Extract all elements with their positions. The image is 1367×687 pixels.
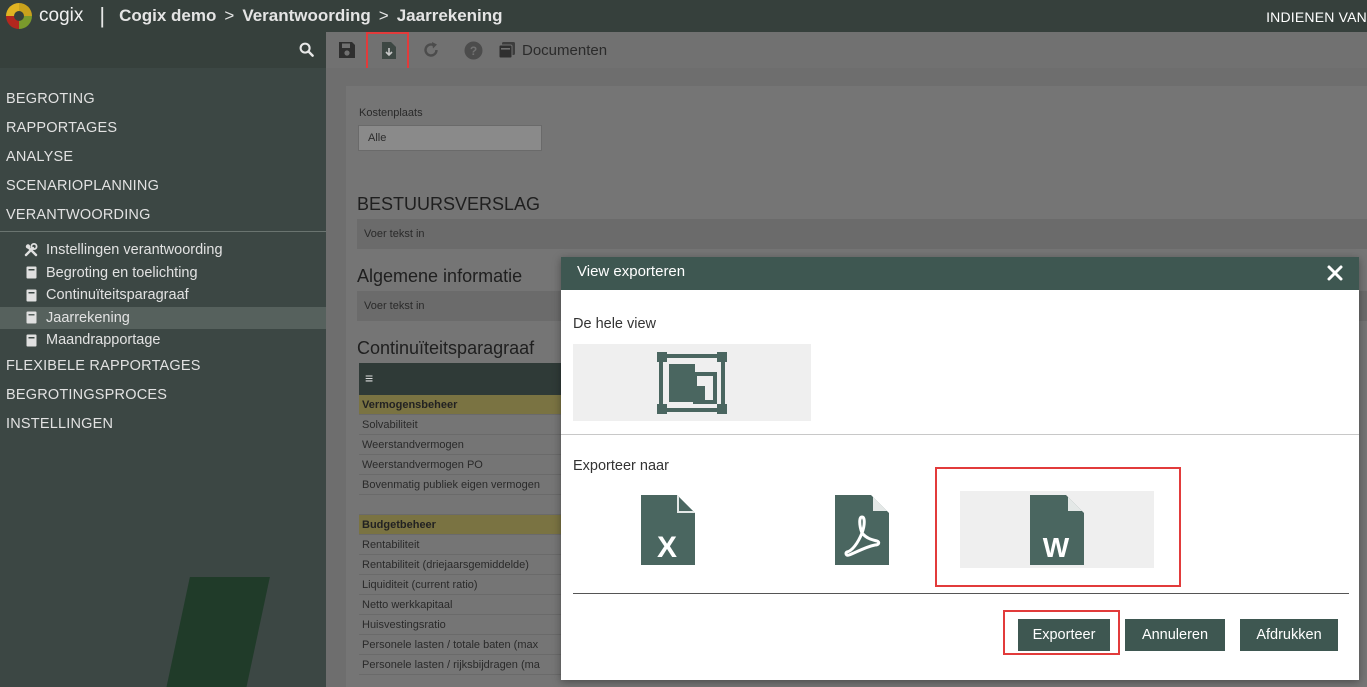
sidebar: BEGROTING RAPPORTAGES ANALYSE SCENARIOPL…	[0, 32, 326, 687]
export-excel-option[interactable]: X	[593, 491, 743, 568]
tools-icon	[24, 243, 38, 257]
help-icon: ?	[464, 41, 482, 59]
document-icon	[24, 266, 38, 280]
documents-icon	[498, 42, 515, 59]
table-row: Weerstandvermogen PO	[359, 455, 569, 475]
logo-icon	[6, 3, 32, 29]
sidebar-item-analyse[interactable]: ANALYSE	[0, 143, 326, 172]
search-icon[interactable]	[299, 42, 314, 57]
breadcrumb-item-0[interactable]: Cogix demo	[119, 6, 216, 26]
help-button[interactable]: ?	[452, 32, 494, 68]
export-to-label: Exporteer naar	[573, 458, 669, 474]
document-icon	[24, 288, 38, 302]
dialog-divider	[573, 593, 1349, 594]
whole-view-label: De hele view	[573, 316, 657, 332]
documents-icon-button[interactable]	[494, 32, 520, 68]
sidebar-subitem-label: Continuïteitsparagraaf	[46, 287, 189, 303]
toolbar: ? Documenten	[326, 32, 1367, 68]
menu-icon[interactable]: ≡	[365, 370, 373, 386]
dialog-title: View exporteren	[577, 263, 686, 280]
table-row: Rentabiliteit	[359, 535, 569, 555]
table-row: Liquiditeit (current ratio)	[359, 575, 569, 595]
logo-text: cogix	[39, 5, 84, 26]
sidebar-item-flexibele-rapportages[interactable]: FLEXIBELE RAPPORTAGES	[0, 352, 326, 381]
export-pdf-option[interactable]	[787, 491, 937, 568]
dialog-header: View exporteren	[561, 257, 1359, 290]
sidebar-item-scenarioplanning[interactable]: SCENARIOPLANNING	[0, 172, 326, 201]
section-title-bestuursverslag: BESTUURSVERSLAG	[357, 194, 541, 214]
sidebar-item-verantwoording[interactable]: VERANTWOORDING	[0, 201, 326, 230]
close-icon[interactable]	[1325, 263, 1345, 283]
table-row: Personele lasten / rijksbijdragen (ma	[359, 655, 569, 675]
table-row: Solvabiliteit	[359, 415, 569, 435]
sidebar-subitem-label: Begroting en toelichting	[46, 264, 198, 281]
sidebar-subitem-label: Instellingen verantwoording	[46, 242, 223, 258]
highlight-export-confirm	[1003, 610, 1120, 655]
sidebar-divider	[0, 231, 326, 232]
submit-link[interactable]: INDIENEN VAN	[1266, 9, 1367, 25]
highlight-export-button	[366, 32, 409, 72]
sidebar-item-instellingen[interactable]: INSTELLINGEN	[0, 410, 326, 439]
header-separator: |	[99, 3, 106, 28]
refresh-icon	[424, 42, 438, 57]
section-title-continuiteitsparagraaf: Continuïteitsparagraaf	[357, 338, 535, 358]
table-row: Bovenmatig publiek eigen vermogen	[359, 475, 569, 495]
save-button[interactable]	[326, 32, 368, 68]
kpi-table: ≡ Vermogensbeheer Solvabiliteit Weerstandv…	[359, 363, 569, 675]
table-section-row: Budgetbeheer	[359, 515, 569, 535]
logo[interactable]: cogix	[6, 3, 83, 29]
dialog-divider	[561, 434, 1359, 435]
sidebar-subitem-maandrapportage[interactable]: Maandrapportage	[0, 329, 326, 352]
table-row: Personele lasten / totale baten (max	[359, 635, 569, 655]
table-row: Netto werkkapitaal	[359, 595, 569, 615]
cancel-button[interactable]: Annuleren	[1125, 619, 1225, 651]
table-header: ≡	[359, 363, 569, 395]
sidebar-item-begroting[interactable]: BEGROTING	[0, 85, 326, 114]
excel-icon: X	[641, 494, 695, 565]
document-icon	[24, 311, 38, 325]
document-icon	[24, 333, 38, 347]
sidebar-subitem-label: Maandrapportage	[46, 332, 161, 348]
kostenplaats-label: Kostenplaats	[359, 107, 423, 119]
text-field-bestuursverslag[interactable]: Voer tekst in	[357, 219, 1367, 249]
whole-view-option[interactable]	[573, 344, 811, 421]
pdf-icon	[835, 494, 889, 565]
sidebar-subitem-continuiteitsparagraaf[interactable]: Continuïteitsparagraaf	[0, 284, 326, 307]
refresh-button[interactable]	[410, 32, 452, 68]
sidebar-subitem-instellingen-verantwoording[interactable]: Instellingen verantwoording	[0, 239, 326, 262]
sidebar-search	[0, 32, 326, 68]
sidebar-subitem-jaarrekening[interactable]: Jaarrekening	[0, 306, 326, 329]
sidebar-subitem-begroting-en-toelichting[interactable]: Begroting en toelichting	[0, 262, 326, 285]
documents-button-label[interactable]: Documenten	[522, 42, 607, 59]
table-body: Vermogensbeheer Solvabiliteit Weerstandver…	[359, 395, 569, 675]
save-icon	[339, 42, 355, 58]
sidebar-subitem-label: Jaarrekening	[46, 309, 130, 326]
sidebar-item-begrotingsproces[interactable]: BEGROTINGSPROCES	[0, 381, 326, 410]
section-title-algemene-informatie: Algemene informatie	[357, 266, 523, 286]
table-section-row: Vermogensbeheer	[359, 395, 569, 415]
svg-text:X: X	[657, 531, 677, 564]
breadcrumb-arrow: >	[378, 6, 389, 25]
table-row	[359, 495, 569, 515]
print-button[interactable]: Afdrukken	[1240, 619, 1338, 651]
sidebar-item-rapportages[interactable]: RAPPORTAGES	[0, 114, 326, 143]
table-row: Huisvestingsratio	[359, 615, 569, 635]
fullscreen-view-icon	[657, 351, 727, 414]
kostenplaats-select[interactable]: Alle	[358, 125, 542, 151]
highlight-word-option	[935, 467, 1181, 587]
top-bar: cogix | Cogix demo > Verantwoording > Ja…	[0, 0, 1367, 32]
sidebar-nav: BEGROTING RAPPORTAGES ANALYSE SCENARIOPL…	[0, 85, 326, 439]
sidebar-decoration	[160, 577, 270, 687]
table-row: Weerstandvermogen	[359, 435, 569, 455]
svg-text:?: ?	[469, 44, 476, 58]
breadcrumb-arrow: >	[224, 6, 235, 25]
breadcrumb-item-1[interactable]: Verantwoording	[242, 6, 370, 26]
table-row: Rentabiliteit (driejaarsgemiddelde)	[359, 555, 569, 575]
breadcrumb-item-2: Jaarrekening	[396, 6, 503, 25]
